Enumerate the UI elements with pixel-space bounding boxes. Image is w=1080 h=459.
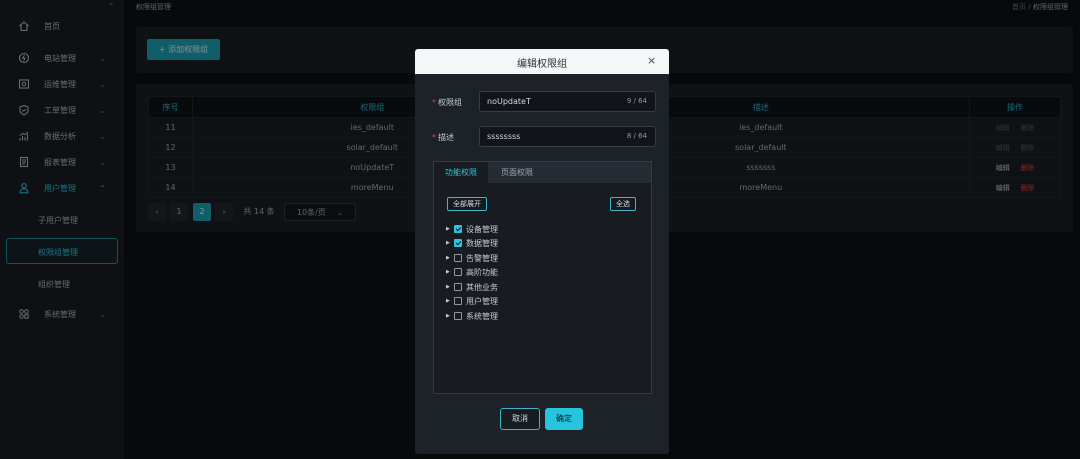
checkbox[interactable] bbox=[454, 254, 462, 262]
tree-node-label: 其他业务 bbox=[466, 282, 498, 292]
tree-node-label: 高阶功能 bbox=[466, 267, 498, 277]
group-name-char-count: 9 / 64 bbox=[626, 97, 647, 105]
checkbox[interactable] bbox=[454, 239, 462, 247]
tree-node-advanced[interactable]: ▶ 高阶功能 bbox=[446, 266, 498, 278]
tree-node-label: 用户管理 bbox=[466, 296, 498, 306]
description-label-text: 描述 bbox=[438, 133, 454, 142]
permission-tabs: 功能权限 页面权限 全部展开 全选 ▶ 设备管理 ▶ 数据管理 ▶ 告警管理 ▶… bbox=[433, 161, 652, 394]
edit-permission-group-dialog: 编辑权限组 × * 权限组 noUpdateT 9 / 64 * 描述 ssssss… bbox=[415, 49, 669, 454]
tree-node-label: 告警管理 bbox=[466, 253, 498, 263]
tree-node-device[interactable]: ▶ 设备管理 bbox=[446, 223, 498, 235]
description-value: ssssssss bbox=[487, 132, 521, 141]
checkbox[interactable] bbox=[454, 283, 462, 291]
tab-bar: 功能权限 页面权限 bbox=[434, 162, 651, 183]
tab-page-permissions[interactable]: 页面权限 bbox=[490, 162, 544, 183]
expand-arrow-icon[interactable]: ▶ bbox=[446, 284, 454, 290]
tree-node-data[interactable]: ▶ 数据管理 bbox=[446, 237, 498, 249]
expand-arrow-icon[interactable]: ▶ bbox=[446, 240, 454, 246]
checkbox[interactable] bbox=[454, 268, 462, 276]
expand-arrow-icon[interactable]: ▶ bbox=[446, 269, 454, 275]
confirm-button[interactable]: 确定 bbox=[545, 408, 583, 430]
app-root: « 首页 电站管理 ⌄ 运维管理 ⌄ 工单管理 ⌄ 数据分析 ⌄ 报表管理 ⌄ … bbox=[0, 0, 1080, 459]
group-field-label: * 权限组 bbox=[432, 97, 462, 108]
tree-node-system[interactable]: ▶ 系统管理 bbox=[446, 310, 498, 322]
checkbox[interactable] bbox=[454, 297, 462, 305]
required-mark: * bbox=[432, 133, 436, 142]
expand-arrow-icon[interactable]: ▶ bbox=[446, 255, 454, 261]
cancel-button[interactable]: 取消 bbox=[500, 408, 540, 430]
required-mark: * bbox=[432, 98, 436, 107]
tree-node-label: 数据管理 bbox=[466, 238, 498, 248]
expand-arrow-icon[interactable]: ▶ bbox=[446, 298, 454, 304]
description-char-count: 8 / 64 bbox=[626, 132, 647, 140]
tree-node-label: 系统管理 bbox=[466, 311, 498, 321]
dialog-title: 编辑权限组 bbox=[517, 59, 567, 70]
group-name-input[interactable]: noUpdateT 9 / 64 bbox=[479, 91, 656, 112]
tree-node-label: 设备管理 bbox=[466, 224, 498, 234]
tree-node-other[interactable]: ▶ 其他业务 bbox=[446, 281, 498, 293]
tree-node-users[interactable]: ▶ 用户管理 bbox=[446, 295, 498, 307]
tab-function-permissions[interactable]: 功能权限 bbox=[434, 162, 488, 183]
group-label-text: 权限组 bbox=[438, 98, 462, 107]
expand-all-button[interactable]: 全部展开 bbox=[447, 197, 487, 211]
dialog-header: 编辑权限组 × bbox=[415, 49, 669, 74]
tree-node-alarm[interactable]: ▶ 告警管理 bbox=[446, 252, 498, 264]
description-input[interactable]: ssssssss 8 / 64 bbox=[479, 126, 656, 147]
description-field-label: * 描述 bbox=[432, 132, 454, 143]
expand-arrow-icon[interactable]: ▶ bbox=[446, 313, 454, 319]
select-all-button[interactable]: 全选 bbox=[610, 197, 636, 211]
expand-arrow-icon[interactable]: ▶ bbox=[446, 226, 454, 232]
checkbox[interactable] bbox=[454, 225, 462, 233]
group-name-value: noUpdateT bbox=[487, 97, 531, 106]
checkbox[interactable] bbox=[454, 312, 462, 320]
close-icon[interactable]: × bbox=[647, 55, 656, 67]
